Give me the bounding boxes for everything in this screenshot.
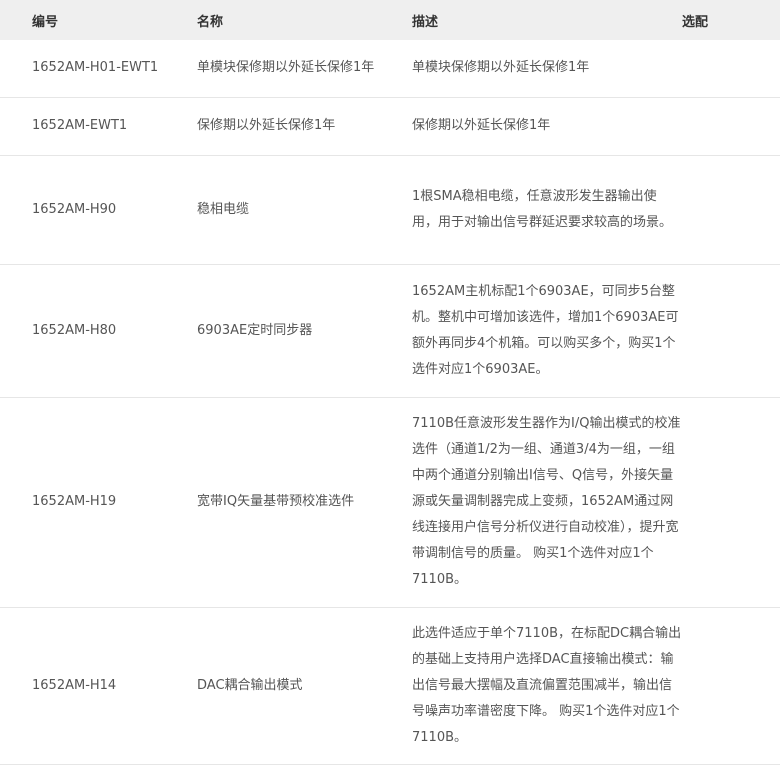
header-option: 选配 — [682, 14, 709, 30]
cell-code: 1652AM-H90 — [32, 201, 117, 217]
description-text: 保修期以外延长保修1年 — [412, 118, 551, 133]
table-row: 1652AM-H14 DAC耦合输出模式 此选件适应于单个7110B，在标配DC… — [0, 607, 780, 764]
cell-name: 稳相电缆 — [197, 201, 250, 217]
table-header-row: 编号 名称 描述 选配 — [0, 0, 780, 40]
description-text: 7110B任意波形发生器作为I/Q输出模式的校准选件（通道1/2为一组、通道3/… — [412, 416, 681, 587]
table-row: 1652AM-H90 稳相电缆 1根SMA稳相电缆，任意波形发生器输出使用，用于… — [0, 155, 780, 264]
cell-option — [651, 40, 780, 97]
header-description: 描述 — [412, 14, 439, 30]
table-row: 1652AM-H01-EWT1 单模块保修期以外延长保修1年 单模块保修期以外延… — [0, 40, 780, 97]
description-text: 1根SMA稳相电缆，任意波形发生器输出使用，用于对输出信号群延迟要求较高的场景。 — [412, 188, 673, 230]
description-text: 单模块保修期以外延长保修1年 — [412, 60, 590, 76]
cell-name: 6903AE定时同步器 — [197, 322, 313, 338]
cell-description: 1652AM主机标配1个6903AE，可同步5台整机。整机中可增加该选件，增加1… — [381, 264, 678, 397]
cell-description: 1根SMA稳相电缆，任意波形发生器输出使用，用于对输出信号群延迟要求较高的场景。 — [381, 155, 672, 264]
cell-code: 1652AM-H80 — [32, 322, 117, 338]
cell-code: 1652AM-EWT1 — [32, 118, 128, 133]
cell-name: DAC耦合输出模式 — [197, 677, 303, 693]
cell-name: 保修期以外延长保修1年 — [197, 118, 336, 133]
cell-code: 1652AM-H01-EWT1 — [32, 60, 159, 76]
table-row: 1652AM-H19 宽带IQ矢量基带预校准选件 7110B任意波形发生器作为I… — [0, 397, 780, 607]
description-text: 此选件适应于单个7110B，在标配DC耦合输出的基础上支持用户选择DAC直接输出… — [412, 625, 682, 745]
header-code: 编号 — [32, 14, 59, 30]
cell-name: 单模块保修期以外延长保修1年 — [197, 60, 375, 76]
options-table: 编号 名称 描述 选配 1652AM-H01-EWT1 单模块保修期以外延长保修… — [0, 0, 780, 765]
table-row: 1652AM-H80 6903AE定时同步器 1652AM主机标配1个6903A… — [0, 264, 780, 397]
header-name: 名称 — [197, 14, 224, 30]
cell-description: 7110B任意波形发生器作为I/Q输出模式的校准选件（通道1/2为一组、通道3/… — [381, 397, 680, 607]
cell-option — [651, 97, 780, 155]
description-text: 1652AM主机标配1个6903AE，可同步5台整机。整机中可增加该选件，增加1… — [412, 283, 679, 377]
cell-name: 宽带IQ矢量基带预校准选件 — [197, 494, 355, 509]
table-row: 1652AM-EWT1 保修期以外延长保修1年 保修期以外延长保修1年 — [0, 97, 780, 155]
cell-description: 单模块保修期以外延长保修1年 — [381, 40, 651, 97]
cell-description: 保修期以外延长保修1年 — [381, 97, 651, 155]
cell-description: 此选件适应于单个7110B，在标配DC耦合输出的基础上支持用户选择DAC直接输出… — [381, 607, 681, 764]
cell-code: 1652AM-H19 — [32, 494, 117, 509]
cell-code: 1652AM-H14 — [32, 677, 117, 693]
